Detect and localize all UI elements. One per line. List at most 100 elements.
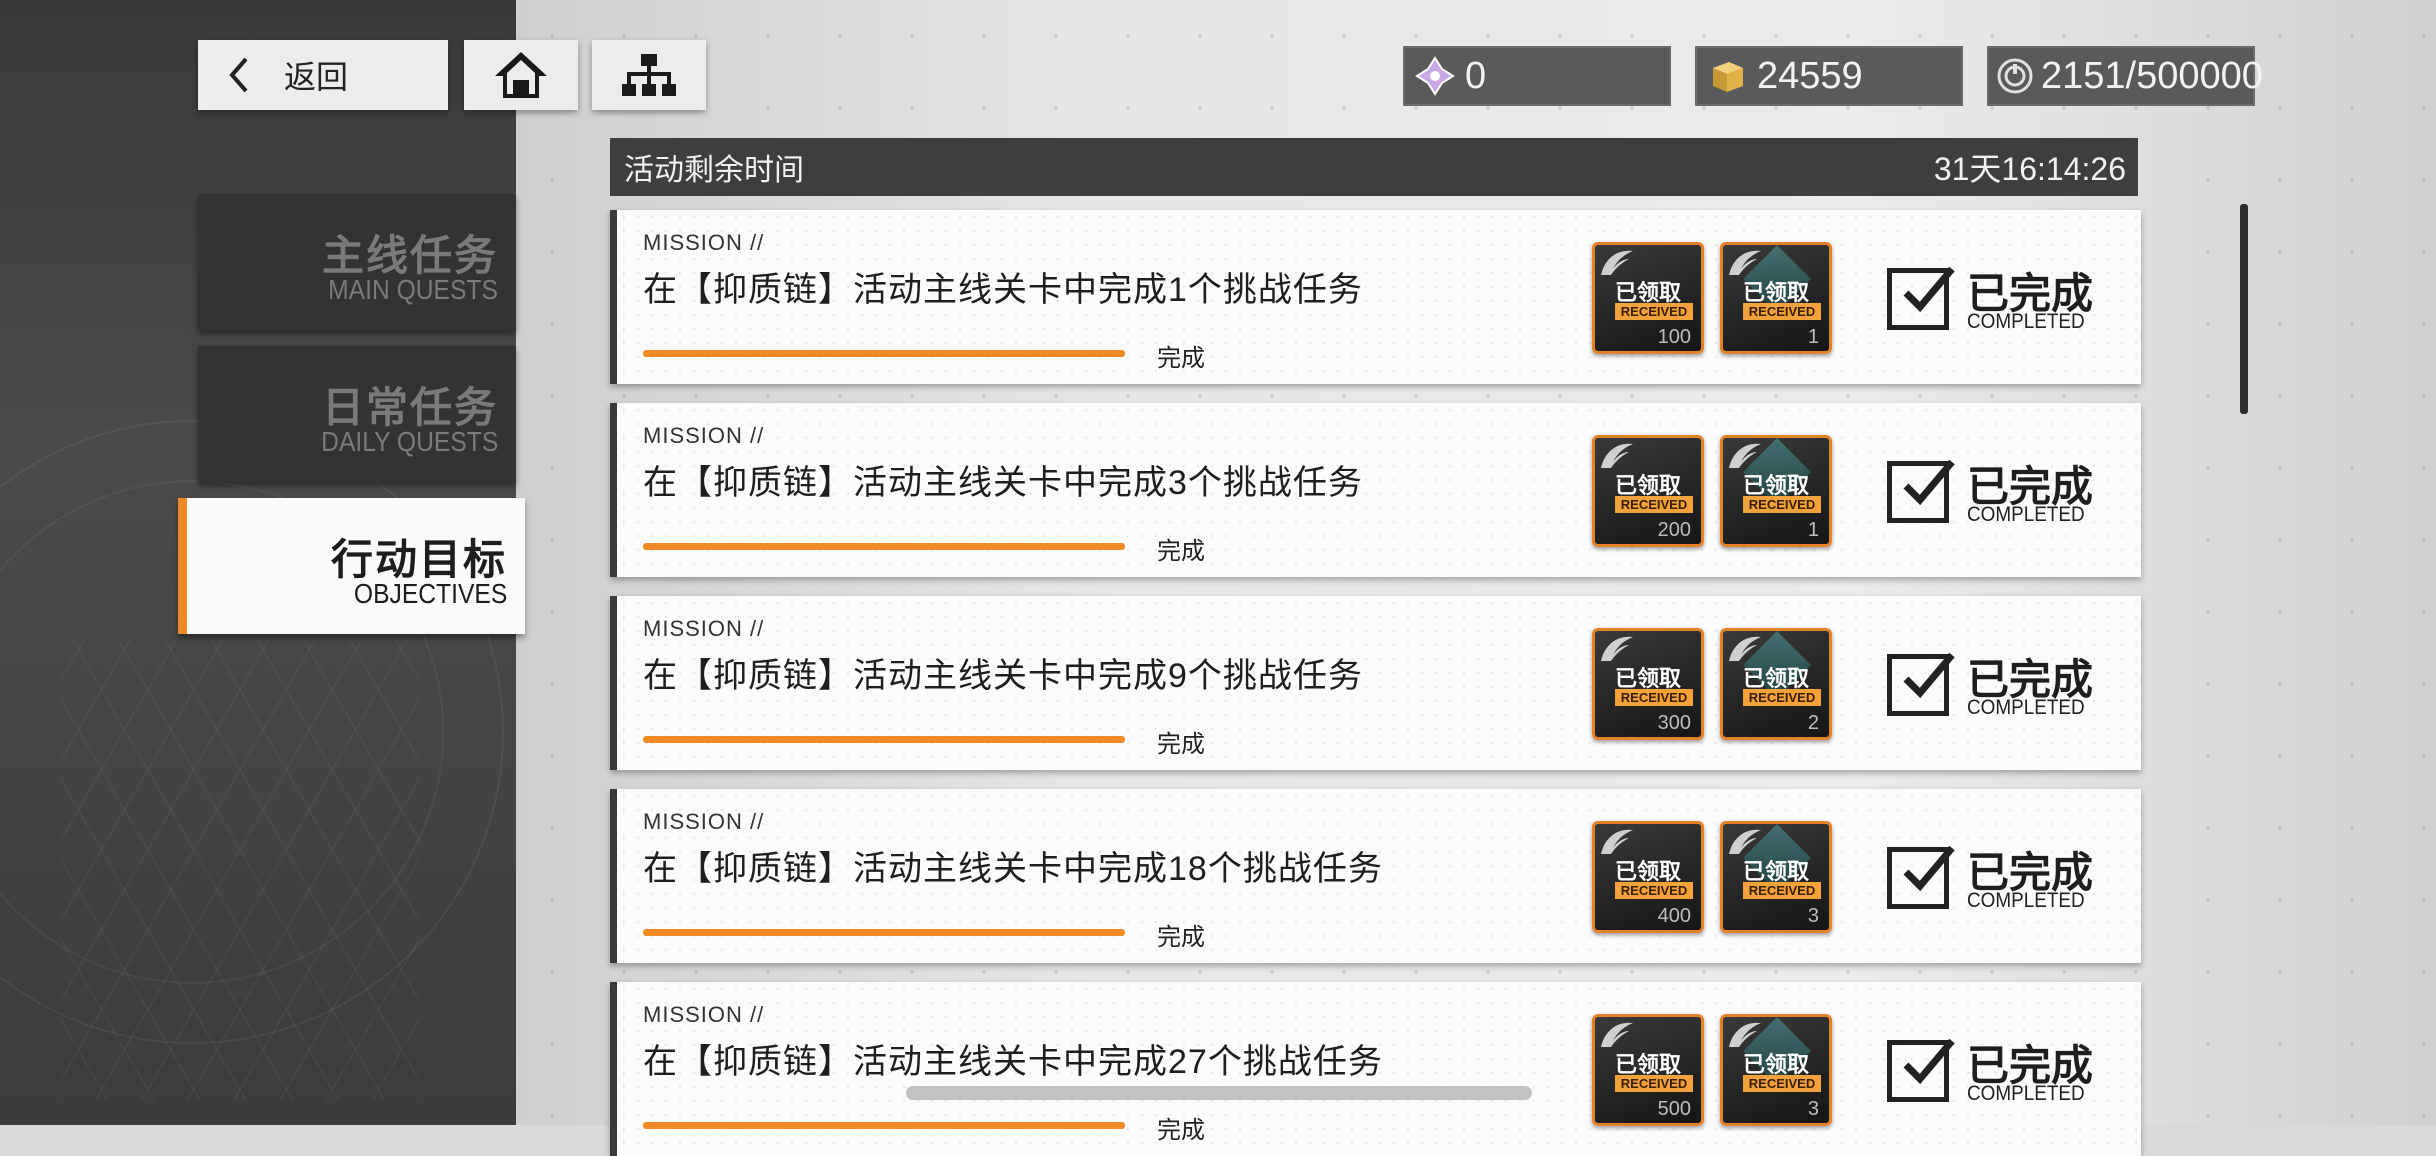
reward-quantity: 3 bbox=[1807, 1098, 1819, 1120]
reward-item[interactable]: 已领取 RECEIVED 3 bbox=[1720, 821, 1832, 933]
mission-progress-bar bbox=[643, 1122, 1125, 1129]
mission-title: 在【抑质链】活动主线关卡中完成1个挑战任务 bbox=[643, 271, 1363, 309]
mission-card[interactable]: MISSION //在【抑质链】活动主线关卡中完成9个挑战任务 完成 已领取 RECE… bbox=[610, 596, 2141, 770]
reward-quantity: 400 bbox=[1657, 905, 1691, 927]
mission-title: 在【抑质链】活动主线关卡中完成9个挑战任务 bbox=[643, 657, 1363, 695]
mission-title: 在【抑质链】活动主线关卡中完成18个挑战任务 bbox=[643, 850, 1383, 888]
reward-quantity: 500 bbox=[1657, 1098, 1691, 1120]
completed-label-en: COMPLETED bbox=[1967, 503, 2085, 526]
reward-quantity: 2 bbox=[1807, 712, 1819, 734]
nav-label-en: MAIN QUESTS bbox=[328, 274, 498, 305]
reward-quantity: 300 bbox=[1657, 712, 1691, 734]
crystal-icon bbox=[1411, 52, 1459, 100]
mission-status: 完成 bbox=[1157, 345, 1205, 372]
reward-received-badge: RECEIVED bbox=[1743, 882, 1821, 899]
mission-status: 完成 bbox=[1157, 1117, 1205, 1144]
back-button[interactable]: 返回 bbox=[198, 40, 448, 110]
reward-item[interactable]: 已领取 RECEIVED 400 bbox=[1592, 821, 1704, 933]
reward-received-badge: RECEIVED bbox=[1743, 303, 1821, 320]
completed-label-en: COMPLETED bbox=[1967, 1082, 2085, 1105]
completed-label-en: COMPLETED bbox=[1967, 889, 2085, 912]
reward-received-badge: RECEIVED bbox=[1615, 496, 1693, 513]
mission-status: 完成 bbox=[1157, 538, 1205, 565]
completed-label-en: COMPLETED bbox=[1967, 310, 2085, 333]
home-button[interactable] bbox=[464, 40, 578, 110]
reward-received-badge: RECEIVED bbox=[1615, 689, 1693, 706]
mission-status: 完成 bbox=[1157, 731, 1205, 758]
coins-value: 24559 bbox=[1757, 54, 1863, 97]
mission-card[interactable]: MISSION // 在【抑质链】活动主线关卡中完成1个挑战任务完成 已领取 RECE… bbox=[610, 210, 2141, 384]
reward-received-badge: RECEIVED bbox=[1743, 1075, 1821, 1092]
mission-label: MISSION // bbox=[643, 230, 765, 255]
currency-crystal[interactable]: 0 bbox=[1403, 46, 1671, 106]
checkbox-checked-icon bbox=[1887, 459, 1955, 523]
reward-received-badge: RECEIVED bbox=[1615, 303, 1693, 320]
wing-icon bbox=[1729, 250, 1761, 275]
nav-label-en: OBJECTIVES bbox=[353, 578, 507, 609]
nav-label-en: DAILY QUESTS bbox=[320, 426, 498, 457]
timer-value: 31天16:14:26 bbox=[1933, 151, 2126, 187]
chevron-left-icon bbox=[229, 57, 248, 93]
reward-item[interactable]: 已领取 RECEIVED 2 bbox=[1720, 628, 1832, 740]
mission-label: MISSION // bbox=[643, 423, 765, 448]
mission-progress-bar bbox=[643, 543, 1125, 550]
wing-icon bbox=[1601, 443, 1633, 468]
nav-objectives[interactable]: 行动目标 OBJECTIVES bbox=[178, 498, 525, 634]
wing-icon bbox=[1601, 1022, 1633, 1047]
nav-main-quests[interactable]: 主线任务 MAIN QUESTS bbox=[198, 194, 516, 330]
reward-received-badge: RECEIVED bbox=[1615, 1075, 1693, 1092]
stamina-value: 2151/500000 bbox=[2041, 54, 2263, 97]
reward-quantity: 3 bbox=[1807, 905, 1819, 927]
reward-item[interactable]: 已领取 RECEIVED 200 bbox=[1592, 435, 1704, 547]
wing-icon bbox=[1601, 829, 1633, 854]
reward-received-badge: RECEIVED bbox=[1615, 882, 1693, 899]
reward-received-badge: RECEIVED bbox=[1743, 689, 1821, 706]
mission-label: MISSION // bbox=[643, 616, 765, 641]
reward-item[interactable]: 已领取 RECEIVED 1 bbox=[1720, 435, 1832, 547]
mission-card[interactable]: MISSION //在【抑质链】活动主线关卡中完成18个挑战任务 完成 已领取 REC… bbox=[610, 789, 2141, 963]
reward-quantity: 200 bbox=[1657, 519, 1691, 541]
home-icon bbox=[495, 52, 547, 98]
nav-daily-quests[interactable]: 日常任务 DAILY QUESTS bbox=[198, 346, 516, 482]
checkbox-checked-icon bbox=[1887, 845, 1955, 909]
checkbox-checked-icon bbox=[1887, 652, 1955, 716]
mission-label: MISSION // bbox=[643, 809, 765, 834]
reward-received-badge: RECEIVED bbox=[1743, 496, 1821, 513]
wing-icon bbox=[1729, 1022, 1761, 1047]
hierarchy-button[interactable] bbox=[592, 40, 706, 110]
event-timer-bar: 活动剩余时间 31天16:14:26 bbox=[610, 138, 2138, 196]
reward-item[interactable]: 已领取 RECEIVED 3 bbox=[1720, 1014, 1832, 1126]
timer-label: 活动剩余时间 bbox=[624, 154, 804, 187]
wing-icon bbox=[1729, 829, 1761, 854]
mission-progress-bar bbox=[643, 736, 1125, 743]
reward-quantity: 1 bbox=[1807, 519, 1819, 541]
checkbox-checked-icon bbox=[1887, 266, 1955, 330]
reward-item[interactable]: 已领取 RECEIVED 300 bbox=[1592, 628, 1704, 740]
wing-icon bbox=[1729, 443, 1761, 468]
hierarchy-icon bbox=[622, 54, 676, 96]
stamina-icon bbox=[1995, 52, 2035, 100]
mission-card[interactable]: MISSION //在【抑质链】活动主线关卡中完成3个挑战任务 完成 已领取 RECE… bbox=[610, 403, 2141, 577]
mission-title: 在【抑质链】活动主线关卡中完成27个挑战任务 bbox=[643, 1043, 1383, 1081]
mission-label: MISSION // bbox=[643, 1002, 765, 1027]
crystal-value: 0 bbox=[1465, 54, 1487, 97]
mission-status: 完成 bbox=[1157, 924, 1205, 951]
wing-icon bbox=[1729, 636, 1761, 661]
wing-icon bbox=[1601, 636, 1633, 661]
background-decoration bbox=[60, 640, 420, 1100]
scrollbar-thumb[interactable] bbox=[2240, 204, 2248, 414]
mission-title: 在【抑质链】活动主线关卡中完成3个挑战任务 bbox=[643, 464, 1363, 502]
reward-item[interactable]: 已领取 RECEIVED 1 bbox=[1720, 242, 1832, 354]
mission-progress-bar bbox=[643, 350, 1125, 357]
reward-item[interactable]: 已领取 RECEIVED 500 bbox=[1592, 1014, 1704, 1126]
mission-card[interactable]: MISSION //在【抑质链】活动主线关卡中完成27个挑战任务 完成 已领取 REC… bbox=[610, 982, 2141, 1156]
currency-stamina[interactable]: 2151/500000 bbox=[1987, 46, 2263, 106]
wing-icon bbox=[1601, 250, 1633, 275]
horizontal-scroll-indicator[interactable] bbox=[906, 1086, 1532, 1100]
back-label: 返回 bbox=[284, 59, 349, 95]
coin-stack-icon bbox=[1703, 52, 1751, 100]
reward-quantity: 100 bbox=[1657, 326, 1691, 348]
currency-coins[interactable]: 24559 bbox=[1695, 46, 1963, 106]
completed-label-en: COMPLETED bbox=[1967, 696, 2085, 719]
reward-item[interactable]: 已领取 RECEIVED 100 bbox=[1592, 242, 1704, 354]
